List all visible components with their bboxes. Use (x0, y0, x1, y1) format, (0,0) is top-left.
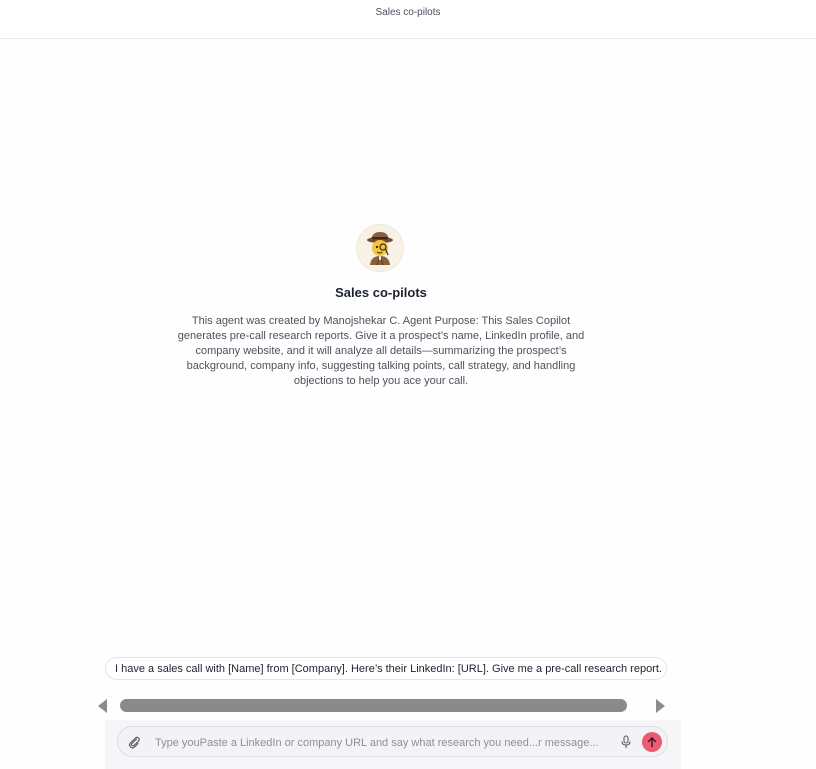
agent-name: Sales co-pilots (335, 285, 427, 300)
scroll-right-arrow-icon[interactable] (656, 699, 665, 713)
detective-emoji-icon (367, 232, 393, 266)
agent-description: This agent was created by Manojshekar C.… (177, 315, 585, 387)
top-bar: Sales co-pilots (0, 0, 816, 39)
agent-avatar (357, 225, 403, 271)
send-button[interactable] (642, 732, 662, 752)
message-input[interactable] (153, 731, 612, 754)
suggestion-chip[interactable]: I have a sales call with [Name] from [Co… (105, 657, 667, 680)
scrollbar-thumb[interactable] (120, 699, 627, 712)
arrow-up-icon (647, 737, 657, 748)
page-title: Sales co-pilots (375, 7, 441, 18)
microphone-icon[interactable] (620, 735, 632, 749)
paperclip-icon[interactable] (127, 735, 141, 749)
scroll-left-arrow-icon[interactable] (98, 699, 107, 713)
chat-page: Sales co-pilots Sales co-pilots This age… (0, 0, 816, 769)
message-composer (117, 726, 668, 757)
suggestions-scrollbar[interactable] (95, 697, 668, 715)
composer-area (105, 720, 681, 769)
